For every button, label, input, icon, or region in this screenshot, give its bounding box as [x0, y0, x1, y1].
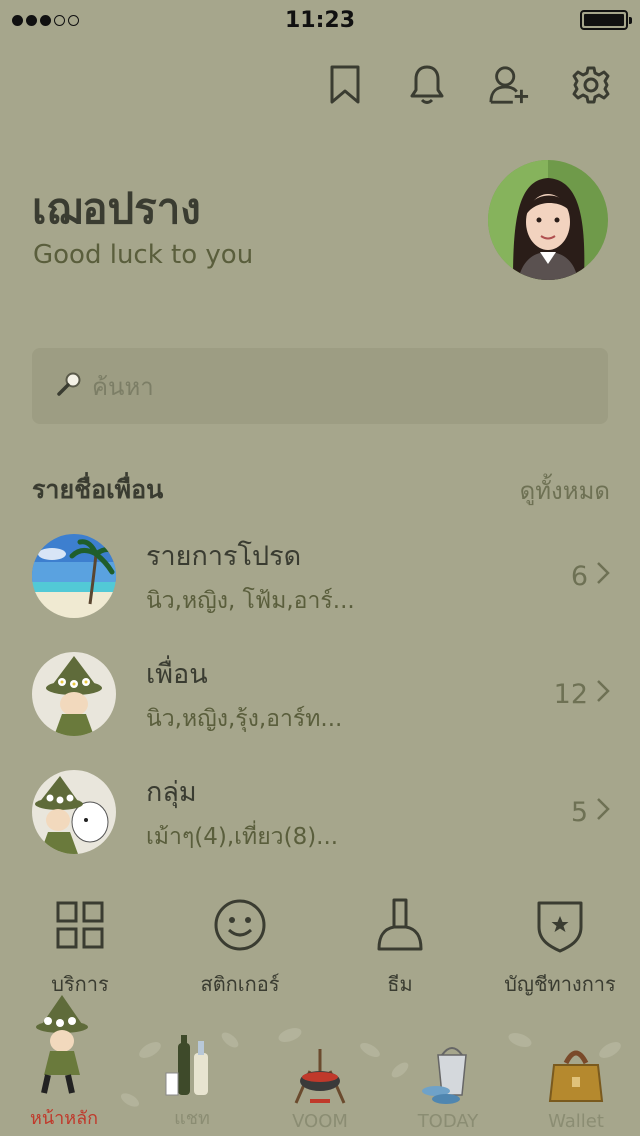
- stickers-button[interactable]: สติกเกอร์: [160, 894, 320, 1000]
- grid-icon: [56, 894, 104, 956]
- section-title: รายชื่อเพื่อน: [32, 475, 164, 504]
- tab-label: Wallet: [548, 1111, 604, 1132]
- groups-thumbnail: [32, 770, 116, 854]
- snufkin-home-icon: [24, 993, 104, 1101]
- header-actions: [324, 62, 612, 108]
- tab-voom[interactable]: VOOM: [256, 1041, 384, 1132]
- favorites-thumbnail: [32, 534, 116, 618]
- chevron-right-icon: [596, 679, 610, 710]
- friends-section-header: รายชื่อเพื่อน ดูทั้งหมด: [32, 470, 610, 510]
- tab-wallet[interactable]: Wallet: [512, 1041, 640, 1132]
- tab-today[interactable]: TODAY: [384, 1041, 512, 1132]
- bucket-fish-today-icon: [416, 1041, 480, 1109]
- friend-group-members: เม้าๆ(4),เที่ยว(8)...: [146, 823, 339, 850]
- friend-group-count: 6: [570, 560, 588, 592]
- add-friend-icon[interactable]: [488, 62, 530, 108]
- quick-action-label: สติกเกอร์: [200, 972, 280, 996]
- friend-group-count: 5: [570, 796, 588, 828]
- friend-group-title: รายการโปรด: [146, 540, 302, 572]
- friends-thumbnail: [32, 652, 116, 736]
- search-input[interactable]: ค้นหา: [32, 348, 608, 424]
- bottom-tab-bar: หน้าหลัก แชท VOOM TODAY Wallet: [0, 995, 640, 1136]
- bookmark-icon[interactable]: [324, 62, 366, 108]
- bag-wallet-icon: [544, 1041, 608, 1109]
- tab-label: VOOM: [292, 1111, 348, 1132]
- battery-icon: [580, 10, 632, 30]
- friend-group-title: เพื่อน: [146, 658, 208, 690]
- brush-icon: [375, 894, 425, 956]
- chevron-right-icon: [596, 797, 610, 828]
- search-placeholder: ค้นหา: [92, 372, 154, 401]
- chevron-right-icon: [596, 561, 610, 592]
- search-icon: [56, 371, 82, 401]
- bottles-chat-icon: [162, 1033, 222, 1101]
- tab-label: แชท: [174, 1108, 210, 1129]
- friend-group-members: นิว,หญิง,รุ้ง,อาร์ท...: [146, 705, 343, 732]
- see-all-link[interactable]: ดูทั้งหมด: [520, 471, 610, 510]
- profile-status-message[interactable]: Good luck to you: [33, 240, 253, 270]
- smiley-icon: [213, 894, 267, 956]
- friend-group-groups[interactable]: กลุ่ม เม้าๆ(4),เที่ยว(8)... 5: [32, 762, 610, 862]
- profile-name[interactable]: เฌอปราง: [32, 176, 201, 242]
- friend-group-title: กลุ่ม: [146, 776, 197, 808]
- shield-star-icon: [535, 894, 585, 956]
- settings-gear-icon[interactable]: [570, 62, 612, 108]
- status-bar: [0, 0, 640, 40]
- cooking-pot-voom-icon: [288, 1041, 352, 1109]
- friend-group-count: 12: [553, 678, 588, 710]
- services-button[interactable]: บริการ: [0, 894, 160, 1000]
- tab-home[interactable]: หน้าหลัก: [0, 993, 128, 1132]
- tab-label: TODAY: [417, 1111, 479, 1132]
- tab-chats[interactable]: แชท: [128, 1033, 256, 1132]
- profile-avatar[interactable]: [488, 160, 608, 280]
- quick-action-label: บัญชีทางการ: [504, 972, 616, 996]
- quick-action-label: ธีม: [387, 972, 413, 996]
- friend-group-members: นิว,หญิง, โฟ้ม,อาร์...: [146, 587, 355, 614]
- official-accounts-button[interactable]: บัญชีทางการ: [480, 894, 640, 1000]
- friend-group-friends[interactable]: เพื่อน นิว,หญิง,รุ้ง,อาร์ท... 12: [32, 644, 610, 744]
- themes-button[interactable]: ธีม: [320, 894, 480, 1000]
- quick-actions: บริการ สติกเกอร์ ธีม บัญชีทางการ: [0, 894, 640, 1000]
- tab-label: หน้าหลัก: [29, 1108, 99, 1129]
- friend-group-favorites[interactable]: รายการโปรด นิว,หญิง, โฟ้ม,อาร์... 6: [32, 526, 610, 626]
- signal-strength-icon: [12, 14, 79, 26]
- notification-bell-icon[interactable]: [406, 62, 448, 108]
